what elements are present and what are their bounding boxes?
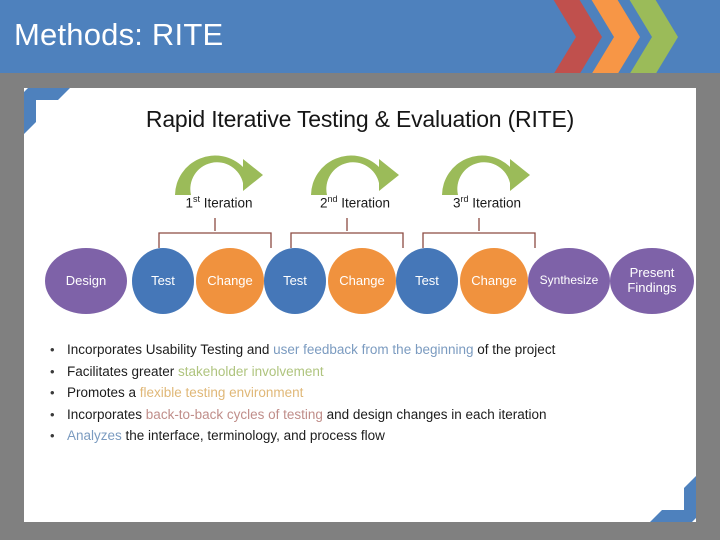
bullet-item-3: • Promotes a flexible testing environment <box>40 384 690 402</box>
process-step-test[interactable]: Test <box>132 248 194 314</box>
iteration-arc-3-icon <box>436 145 536 197</box>
corner-accent-bottom-right <box>650 476 696 522</box>
bullet-text-segment: of the project <box>473 342 556 357</box>
bullet-marker-icon: • <box>50 342 55 357</box>
bullet-text-segment: back-to-back cycles of testing <box>145 406 323 422</box>
bullet-text-segment: and design changes in each iteration <box>322 406 547 422</box>
iteration-bracket-3 <box>414 218 544 250</box>
bullet-item-2: • Facilitates greater stakeholder involve… <box>40 363 690 381</box>
bullet-text-segment: Incorporates <box>67 406 146 422</box>
process-step-label: Test <box>151 272 175 288</box>
bullet-text-segment: user feedback from the beginning <box>273 342 474 357</box>
diagram-title: Rapid Iterative Testing & Evaluation (RI… <box>145 106 575 132</box>
iteration-label-3: 3rd Iteration <box>452 194 522 211</box>
slide-header: Methods: RITE <box>0 0 720 73</box>
bullet-text-segment: stakeholder involvement <box>178 363 324 379</box>
iteration-arc-group <box>24 145 696 197</box>
bullet-item-1: • Incorporates Usability Testing and user… <box>40 341 690 359</box>
process-step-label: Test <box>283 272 307 288</box>
bullet-item-4: • Incorporates back-to-back cycles of tes… <box>40 406 690 424</box>
bullet-marker-icon: • <box>50 385 55 400</box>
process-step-label: Change <box>339 272 385 288</box>
content-card: Rapid Iterative Testing & Evaluation (RI… <box>24 88 696 522</box>
process-step-change[interactable]: Change <box>460 248 528 314</box>
iteration-label-1: 1st Iteration <box>185 194 253 211</box>
bullet-marker-icon: • <box>50 363 55 379</box>
process-step-test[interactable]: Test <box>264 248 326 314</box>
bullet-text-segment: Promotes a <box>67 385 140 400</box>
process-step-synthesize[interactable]: Synthesize <box>528 248 610 314</box>
process-step-label: Change <box>207 272 253 288</box>
process-step-label: Synthesize <box>539 273 599 288</box>
bullet-text-segment: Facilitates greater <box>67 363 179 379</box>
process-step-present-findings[interactable]: Present Findings <box>610 248 694 314</box>
bullet-item-5: • Analyzes the interface, terminology, an… <box>40 427 690 445</box>
process-step-test[interactable]: Test <box>396 248 458 314</box>
iteration-label-2: 2nd Iteration <box>319 194 391 211</box>
iteration-bracket-1 <box>150 218 280 250</box>
iteration-bracket-2 <box>282 218 412 250</box>
chevron-decoration-group <box>550 0 720 73</box>
iteration-arc-1-icon <box>169 145 269 197</box>
bullet-marker-icon: • <box>50 428 55 443</box>
iteration-arc-2-icon <box>305 145 405 197</box>
process-step-row: Design Test Change Test Change Test Change Synt… <box>24 248 696 322</box>
process-step-change[interactable]: Change <box>328 248 396 314</box>
process-step-design[interactable]: Design <box>45 248 127 314</box>
process-step-label: Change <box>471 272 517 288</box>
bullet-text-segment: the interface, terminology, and process … <box>121 428 385 443</box>
process-step-change[interactable]: Change <box>196 248 264 314</box>
process-step-label: Design <box>65 272 107 288</box>
iteration-bracket-group <box>24 218 696 250</box>
chevron-red-icon <box>550 0 606 73</box>
process-step-label: Present Findings <box>627 265 677 295</box>
bullet-text-segment: flexible testing environment <box>139 385 304 400</box>
bullet-marker-icon: • <box>50 406 55 422</box>
bullet-text-segment: Analyzes <box>67 428 122 443</box>
page-title: Methods: RITE <box>14 17 224 52</box>
bullet-list: • Incorporates Usability Testing and user… <box>40 341 690 449</box>
process-step-label: Test <box>415 272 439 288</box>
bullet-text-segment: Incorporates Usability Testing and <box>67 342 274 357</box>
